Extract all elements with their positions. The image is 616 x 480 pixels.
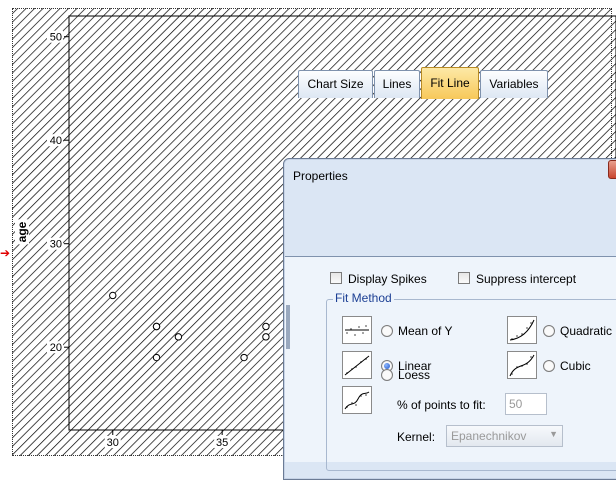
data-point (174, 333, 183, 341)
quadratic-label: Quadratic (560, 324, 613, 338)
data-point (262, 322, 270, 331)
cubic-thumbnail-icon[interactable] (507, 351, 537, 379)
quadratic-radio[interactable] (543, 325, 555, 337)
y-tick-label: 30 (50, 239, 62, 251)
mean-of-y-option[interactable]: Mean of Y (381, 324, 452, 338)
tab-variables[interactable]: Variables (480, 70, 548, 98)
y-tick-label: 20 (50, 342, 62, 354)
y-tick-label: 40 (50, 135, 62, 147)
arrow-right-icon: ➔ (0, 246, 11, 260)
loess-radio[interactable] (381, 369, 393, 381)
tab-lines[interactable]: Lines (374, 70, 420, 98)
tab-chart-size[interactable]: Chart Size (298, 70, 373, 98)
points-to-fit-input[interactable] (505, 393, 547, 415)
y-axis-label: age (15, 219, 29, 245)
loess-option[interactable]: Loess (381, 368, 430, 382)
quadratic-option[interactable]: Quadratic (543, 324, 612, 338)
close-button[interactable] (608, 160, 616, 179)
kernel-select[interactable]: Epanechnikov ▼ (446, 425, 563, 447)
suppress-intercept-label: Suppress intercept (476, 272, 577, 286)
kernel-value: Epanechnikov (451, 429, 527, 443)
mean-of-y-label: Mean of Y (398, 324, 453, 338)
mean-of-y-radio[interactable] (381, 325, 393, 337)
mean-of-y-thumbnail-icon[interactable] (342, 316, 372, 344)
data-point (152, 353, 161, 362)
linear-thumbnail-icon[interactable] (342, 351, 372, 379)
tab-fit-line[interactable]: Fit Line (421, 67, 479, 99)
suppress-intercept-checkbox[interactable]: Suppress intercept (458, 272, 576, 286)
quadratic-thumbnail-icon[interactable] (507, 316, 537, 344)
cubic-label: Cubic (560, 359, 591, 373)
kernel-label: Kernel: (397, 430, 436, 444)
data-point (109, 291, 117, 300)
data-point (240, 353, 248, 362)
dialog-title: Properties (293, 169, 348, 183)
display-spikes-checkbox[interactable]: Display Spikes (330, 272, 427, 286)
y-tick-label: 50 (50, 32, 62, 44)
data-point (152, 322, 161, 331)
loess-label: Loess (398, 368, 431, 382)
fit-method-title: Fit Method (333, 291, 394, 305)
checkbox-box[interactable] (458, 272, 470, 284)
panel-scrollbar[interactable] (286, 305, 290, 349)
cubic-option[interactable]: Cubic (543, 359, 591, 373)
chevron-down-icon: ▼ (549, 429, 558, 439)
points-to-fit-label: % of points to fit: (397, 398, 486, 412)
display-spikes-label: Display Spikes (348, 272, 427, 286)
x-tick-label: 30 (107, 437, 119, 449)
data-point (262, 333, 270, 341)
loess-thumbnail-icon[interactable] (342, 386, 372, 414)
cubic-radio[interactable] (543, 360, 555, 372)
checkbox-box[interactable] (330, 272, 342, 284)
x-tick-label: 35 (216, 437, 228, 449)
